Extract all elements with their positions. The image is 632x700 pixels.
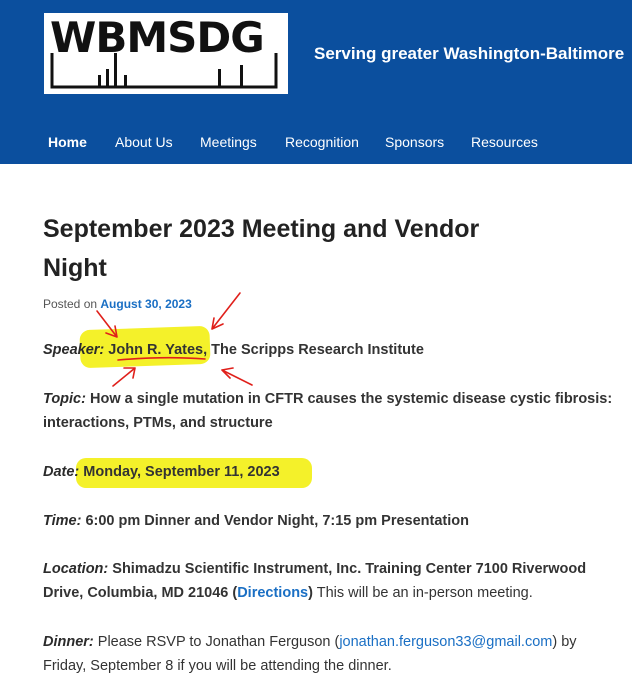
post-meta: Posted on August 30, 2023 <box>43 297 192 311</box>
topic-text: How a single mutation in CFTR causes the… <box>43 391 613 431</box>
nav-meetings[interactable]: Meetings <box>200 130 257 154</box>
nav-home[interactable]: Home <box>48 130 87 154</box>
dinner-line: Dinner: Please RSVP to Jonathan Ferguson… <box>43 630 618 678</box>
rsvp-email-link[interactable]: jonathan.ferguson33@gmail.com <box>339 634 552 650</box>
topic-label: Topic: <box>43 391 86 407</box>
nav-sponsors[interactable]: Sponsors <box>385 130 444 154</box>
arrow-bottom-right-icon <box>221 367 253 386</box>
speaker-line: Speaker: John R. Yates, The Scripps Rese… <box>43 338 618 362</box>
topic-line: Topic: How a single mutation in CFTR cau… <box>43 387 618 435</box>
site-logo[interactable]: WBMSDG <box>44 13 288 94</box>
date-label: Date: <box>43 464 80 480</box>
site-tagline: Serving greater Washington-Baltimore <box>314 44 625 63</box>
dinner-label: Dinner: <box>43 634 94 650</box>
date-text: Monday, September 11, 2023 <box>79 464 280 480</box>
logo-text: WBMSDG <box>50 13 265 62</box>
posted-date-link[interactable]: August 30, 2023 <box>100 297 191 311</box>
location-note: This will be an in-person meeting. <box>312 585 533 601</box>
speaker-label: Speaker: <box>43 342 105 358</box>
arrow-top-right-icon <box>211 292 241 330</box>
site-header: WBMSDG Serving greater Washington-Baltim… <box>0 0 632 164</box>
posted-prefix: Posted on <box>43 297 98 311</box>
speaker-affiliation: The Scripps Research Institute <box>207 342 424 358</box>
main-nav: Home About Us Meetings Recognition Spons… <box>0 130 632 154</box>
time-line: Time: 6:00 pm Dinner and Vendor Night, 7… <box>43 509 618 533</box>
nav-resources[interactable]: Resources <box>471 130 538 154</box>
dinner-text-before: Please RSVP to Jonathan Ferguson ( <box>93 634 340 650</box>
nav-about-us[interactable]: About Us <box>115 130 173 154</box>
arrow-bottom-left-icon <box>112 367 136 387</box>
nav-recognition[interactable]: Recognition <box>285 130 359 154</box>
directions-link[interactable]: Directions <box>237 585 308 601</box>
time-text: 6:00 pm Dinner and Vendor Night, 7:15 pm… <box>81 513 469 529</box>
time-label: Time: <box>43 513 82 529</box>
post-title: September 2023 Meeting and Vendor Night <box>43 215 480 282</box>
location-line: Location: Shimadzu Scientific Instrument… <box>43 557 618 605</box>
speaker-name: John R. Yates, <box>108 342 208 358</box>
location-label: Location: <box>43 561 109 577</box>
date-line: Date: Monday, September 11, 2023 <box>43 460 618 484</box>
